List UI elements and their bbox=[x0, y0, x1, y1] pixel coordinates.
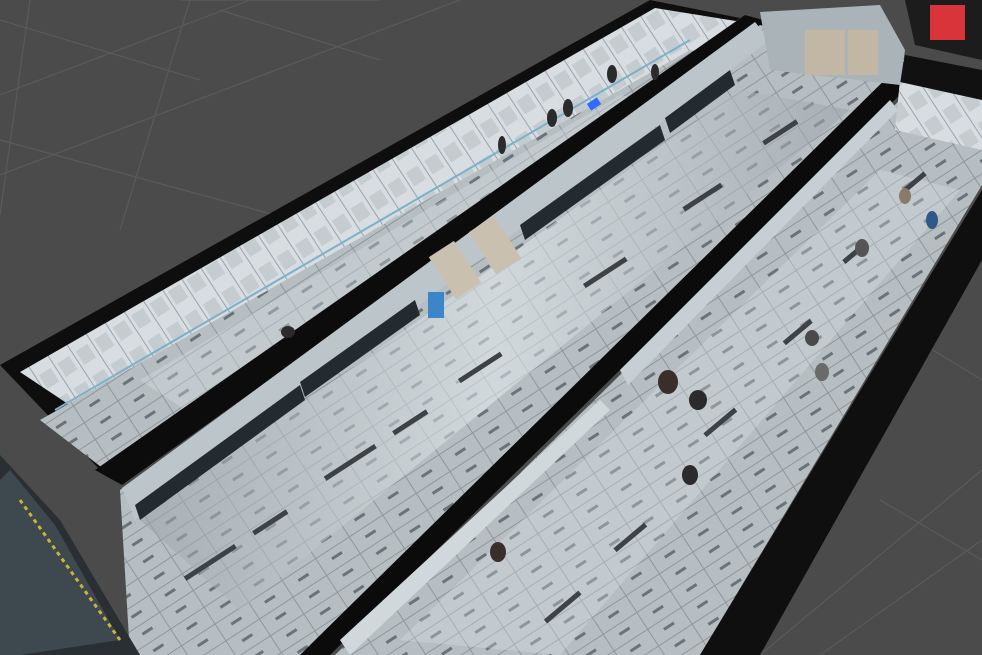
left-pillar-face bbox=[0, 470, 120, 655]
character[interactable] bbox=[498, 136, 506, 154]
character[interactable] bbox=[682, 465, 698, 485]
character[interactable] bbox=[547, 109, 557, 127]
character[interactable] bbox=[689, 390, 707, 410]
terminal-icon[interactable] bbox=[428, 292, 444, 318]
door-top-right[interactable] bbox=[805, 30, 845, 75]
character[interactable] bbox=[490, 542, 506, 562]
scene-viewport[interactable] bbox=[0, 0, 982, 655]
red-machine bbox=[930, 5, 965, 40]
character[interactable] bbox=[815, 363, 829, 381]
door-top-right-2[interactable] bbox=[848, 30, 878, 75]
character[interactable] bbox=[855, 239, 869, 257]
character[interactable] bbox=[281, 326, 295, 338]
scene-canvas[interactable] bbox=[0, 0, 982, 655]
character[interactable] bbox=[563, 99, 573, 117]
character[interactable] bbox=[899, 188, 911, 204]
character[interactable] bbox=[658, 370, 678, 394]
character[interactable] bbox=[926, 211, 938, 229]
character[interactable] bbox=[651, 64, 659, 80]
character[interactable] bbox=[805, 330, 819, 346]
character[interactable] bbox=[607, 65, 617, 83]
